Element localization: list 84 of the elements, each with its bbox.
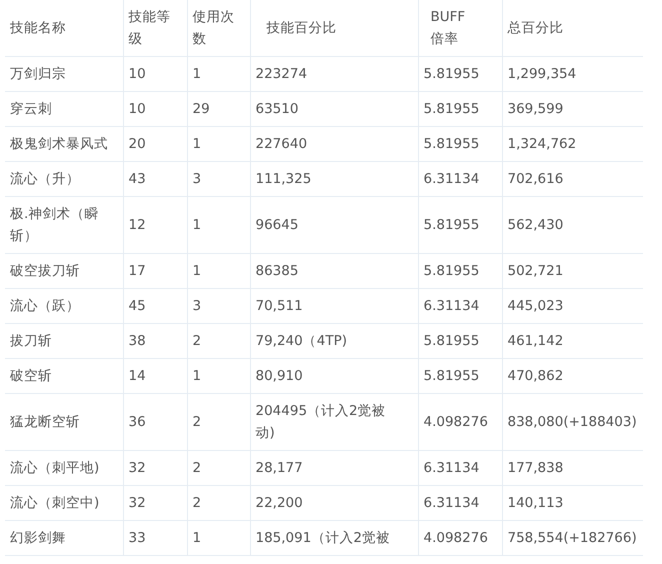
- table-cell: 1: [192, 217, 202, 233]
- table-cell: 流心（刺平地): [10, 460, 100, 476]
- table-cell: 22,200: [256, 495, 303, 511]
- table-cell: 461,142: [508, 333, 564, 349]
- table-cell: 12: [128, 217, 146, 233]
- table-cell: 流心（跃）: [10, 298, 80, 314]
- table-cell: 1: [192, 530, 202, 546]
- table-cell: 1: [192, 263, 202, 279]
- table-cell: 3: [192, 171, 202, 187]
- table-cell: 140,113: [508, 495, 564, 511]
- table-cell: 223274: [256, 66, 308, 82]
- table-cell: 5.81955: [424, 66, 480, 82]
- table-cell: 1: [192, 136, 202, 152]
- table-cell: 1,299,354: [508, 66, 576, 82]
- table-cell: 369,599: [508, 101, 564, 117]
- table-cell: 5.81955: [424, 101, 480, 117]
- column-header: 技能百分比: [266, 20, 336, 36]
- table-cell: 5.81955: [424, 217, 480, 233]
- table-cell: 185,091（计入2觉被: [256, 530, 390, 546]
- table-cell: 45: [128, 298, 146, 314]
- table-cell: 极.神剑术（瞬斩）: [10, 206, 98, 244]
- column-header: 技能等级: [128, 9, 170, 47]
- table-cell: 17: [128, 263, 146, 279]
- table-cell: 43: [128, 171, 146, 187]
- table-cell: 838,080(+188403): [508, 414, 637, 430]
- table-cell: 177,838: [508, 460, 564, 476]
- table-cell: 562,430: [508, 217, 564, 233]
- column-header: 总百分比: [508, 20, 564, 36]
- column-header: 技能名称: [10, 20, 66, 36]
- table-cell: 33: [128, 530, 146, 546]
- table-cell: 5.81955: [424, 263, 480, 279]
- table-cell: 36: [128, 414, 146, 430]
- table-cell: 86385: [256, 263, 298, 279]
- table-cell: 6.31134: [424, 298, 480, 314]
- table-cell: 4.098276: [424, 530, 488, 546]
- table-cell: 14: [128, 368, 146, 384]
- table-cell: 227640: [256, 136, 308, 152]
- table-cell: 2: [192, 495, 202, 511]
- table-cell: 5.81955: [424, 136, 480, 152]
- table-cell: 1,324,762: [508, 136, 576, 152]
- table-cell: 445,023: [508, 298, 564, 314]
- table-cell: 1: [192, 66, 202, 82]
- table-cell: 32: [128, 495, 146, 511]
- table-cell: 1: [192, 368, 202, 384]
- table-cell: 502,721: [508, 263, 564, 279]
- table-cell: 6.31134: [424, 495, 480, 511]
- table-cell: 80,910: [256, 368, 303, 384]
- table-cell: 38: [128, 333, 146, 349]
- table-cell: 拔刀斩: [10, 333, 52, 349]
- table-cell: 29: [192, 101, 210, 117]
- column-header: BUFF倍率: [430, 9, 466, 47]
- table-cell: 28,177: [256, 460, 303, 476]
- table-cell: 20: [128, 136, 146, 152]
- table-cell: 破空斩: [10, 368, 52, 384]
- table-cell: 猛龙断空斩: [10, 414, 80, 430]
- table-cell: 79,240（4TP): [256, 333, 347, 349]
- table-cell: 3: [192, 298, 202, 314]
- table-cell: 破空拔刀斩: [10, 263, 80, 279]
- table-cell: 2: [192, 460, 202, 476]
- table-cell: 10: [128, 66, 146, 82]
- table-cell: 极鬼剑术暴风式: [10, 136, 108, 152]
- table-cell: 4.098276: [424, 414, 488, 430]
- table-cell: 6.31134: [424, 171, 480, 187]
- table-cell: 2: [192, 333, 202, 349]
- table-cell: 10: [128, 101, 146, 117]
- table-cell: 5.81955: [424, 333, 480, 349]
- table-cell: 5.81955: [424, 368, 480, 384]
- table-cell: 702,616: [508, 171, 564, 187]
- table-cell: 111,325: [256, 171, 312, 187]
- table-cell: 幻影剑舞: [10, 530, 66, 546]
- table-cell: 70,511: [256, 298, 303, 314]
- table-cell: 流心（刺空中): [10, 495, 100, 511]
- table-cell: 96645: [256, 217, 298, 233]
- table-cell: 流心（升）: [10, 171, 80, 187]
- table-cell: 204495（计入2觉被动): [256, 403, 386, 441]
- table-cell: 2: [192, 414, 202, 430]
- table-cell: 万剑归宗: [10, 66, 66, 82]
- table-cell: 6.31134: [424, 460, 480, 476]
- table-cell: 758,554(+182766): [508, 530, 637, 546]
- table-cell: 穿云刺: [10, 101, 52, 117]
- table-cell: 63510: [256, 101, 298, 117]
- table-cell: 32: [128, 460, 146, 476]
- table-cell: 470,862: [508, 368, 564, 384]
- column-header: 使用次数: [192, 9, 234, 47]
